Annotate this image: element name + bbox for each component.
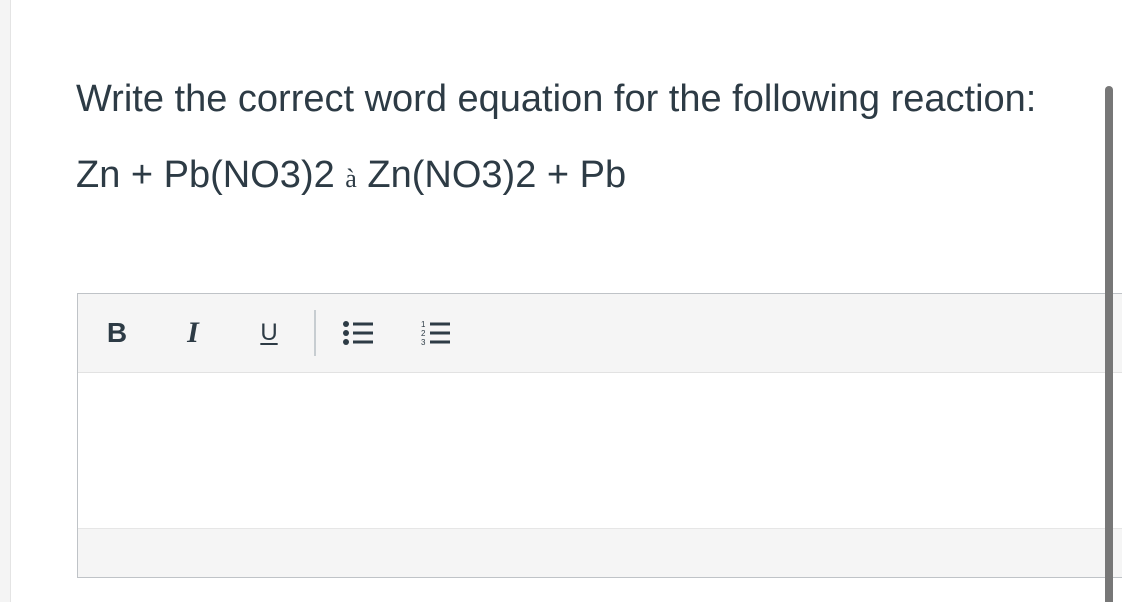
equation-rhs-part-1: Zn(NO xyxy=(367,154,482,196)
editor-toolbar: B I U 1 2 3 xyxy=(78,294,1122,373)
bullet-list-button[interactable] xyxy=(340,313,376,353)
equation-rhs-part-2: ) xyxy=(502,154,516,196)
rich-text-editor: B I U 1 2 3 xyxy=(77,293,1122,578)
question-prompt: Write the correct word equation for the … xyxy=(76,78,1037,120)
toolbar-divider xyxy=(314,310,316,356)
equation-rhs-subscript-2: 2 xyxy=(515,154,537,196)
equation-lhs-part-1: Zn + Pb(NO xyxy=(76,154,280,196)
svg-text:3: 3 xyxy=(421,338,426,347)
page: Write the correct word equation for the … xyxy=(10,0,1122,602)
equation-rhs-part-3: + Pb xyxy=(536,154,627,196)
bullet-list-icon xyxy=(343,321,373,345)
equation-rhs-subscript-1: 3 xyxy=(481,154,503,196)
equation-arrow: à xyxy=(345,164,357,193)
underline-button[interactable]: U xyxy=(254,313,284,353)
numbered-list-icon: 1 2 3 xyxy=(421,320,450,347)
reaction-equation: Zn + Pb(NO3)2 à Zn(NO3)2 + Pb xyxy=(76,150,626,204)
bold-button[interactable]: B xyxy=(102,313,132,353)
editor-status-bar xyxy=(78,528,1122,577)
vertical-scrollbar[interactable] xyxy=(1105,86,1113,602)
svg-text:1: 1 xyxy=(421,320,426,329)
equation-lhs-part-2: ) xyxy=(300,154,314,196)
svg-text:2: 2 xyxy=(421,329,426,338)
equation-lhs-subscript-1: 3 xyxy=(279,154,301,196)
italic-button[interactable]: I xyxy=(178,313,208,353)
editor-content-area[interactable] xyxy=(78,373,1122,527)
equation-lhs-subscript-2: 2 xyxy=(313,154,335,196)
numbered-list-button[interactable]: 1 2 3 xyxy=(418,313,454,353)
